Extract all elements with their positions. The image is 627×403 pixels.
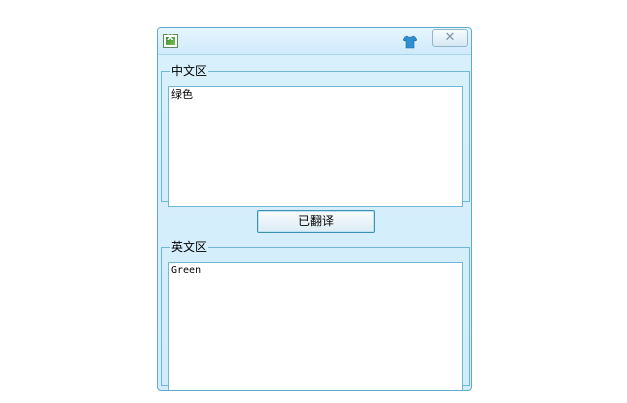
- chinese-area-group: 中文区 绿色: [161, 64, 470, 207]
- translate-button[interactable]: 已翻译: [257, 210, 375, 233]
- title-bar[interactable]: ✕: [158, 28, 471, 55]
- close-button[interactable]: ✕: [432, 29, 468, 47]
- english-text-input[interactable]: Green: [168, 262, 463, 390]
- chinese-text-value: 绿色: [171, 88, 193, 101]
- shirt-icon[interactable]: [403, 35, 417, 49]
- close-icon: ✕: [444, 30, 456, 45]
- english-area-legend: 英文区: [171, 240, 208, 254]
- english-area-group: 英文区 Green: [161, 240, 470, 390]
- chinese-text-input[interactable]: 绿色: [168, 86, 463, 207]
- english-text-value: Green: [171, 265, 202, 276]
- app-window: ✕ 中文区 绿色 已翻译 英文区 Green: [157, 27, 472, 391]
- excel-icon: [163, 32, 178, 48]
- chinese-area-legend: 中文区: [171, 64, 208, 78]
